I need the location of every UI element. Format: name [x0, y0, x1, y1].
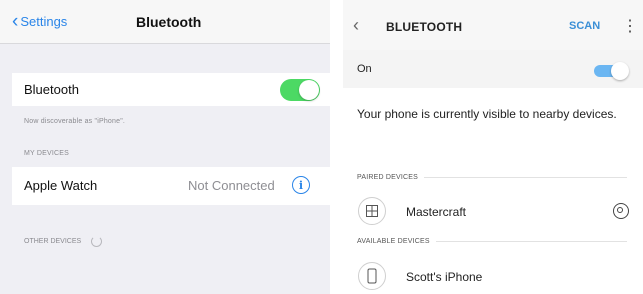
other-devices-header: OTHER DEVICES: [24, 236, 103, 247]
my-devices-header: MY DEVICES: [24, 150, 70, 157]
paired-devices-header: PAIRED DEVICES: [357, 174, 627, 181]
bluetooth-toggle[interactable]: [280, 79, 320, 101]
scan-button[interactable]: SCAN: [569, 20, 600, 32]
page-title: BLUETOOTH: [386, 20, 463, 34]
device-name: Apple Watch: [24, 178, 98, 193]
gear-icon[interactable]: [613, 203, 629, 219]
bluetooth-label: Bluetooth: [24, 82, 79, 97]
bluetooth-switch[interactable]: [594, 62, 629, 80]
more-options-icon[interactable]: ⋮: [622, 16, 638, 36]
back-button[interactable]: ‹ Settings: [12, 11, 68, 32]
discoverable-note: Now discoverable as "iPhone".: [24, 118, 126, 125]
back-label: Settings: [20, 14, 68, 29]
chevron-left-icon: ‹: [12, 11, 19, 32]
available-device-name[interactable]: Scott's iPhone: [406, 270, 482, 284]
other-devices-label: OTHER DEVICES: [24, 238, 82, 245]
device-status: Not Connected: [188, 178, 275, 193]
available-devices-header: AVAILABLE DEVICES: [357, 238, 627, 245]
paired-devices-label: PAIRED DEVICES: [357, 174, 419, 181]
loading-spinner-icon: [91, 236, 103, 247]
device-row-apple-watch[interactable]: Apple Watch Not Connected i: [12, 167, 330, 205]
ios-bluetooth-screen: ‹ Settings Bluetooth Bluetooth Now disco…: [0, 0, 330, 294]
visibility-message: Your phone is currently visible to nearb…: [357, 107, 617, 121]
back-arrow-icon[interactable]: ‹: [353, 15, 359, 36]
available-devices-label: AVAILABLE DEVICES: [357, 238, 430, 245]
switch-knob: [611, 62, 629, 80]
ios-nav-bar: ‹ Settings Bluetooth: [0, 0, 330, 44]
page-title: Bluetooth: [136, 14, 202, 30]
info-icon[interactable]: i: [292, 176, 310, 194]
paired-device-name[interactable]: Mastercraft: [406, 205, 466, 219]
on-label: On: [357, 63, 372, 75]
bluetooth-on-row[interactable]: On: [343, 50, 643, 88]
phone-icon: [358, 262, 386, 290]
toggle-knob: [299, 80, 319, 100]
android-app-bar: ‹ BLUETOOTH SCAN ⋮: [343, 0, 643, 50]
speaker-icon: [358, 197, 386, 225]
divider: [435, 241, 627, 242]
divider: [424, 177, 627, 178]
android-bluetooth-screen: ‹ BLUETOOTH SCAN ⋮ On Your phone is curr…: [343, 0, 643, 294]
